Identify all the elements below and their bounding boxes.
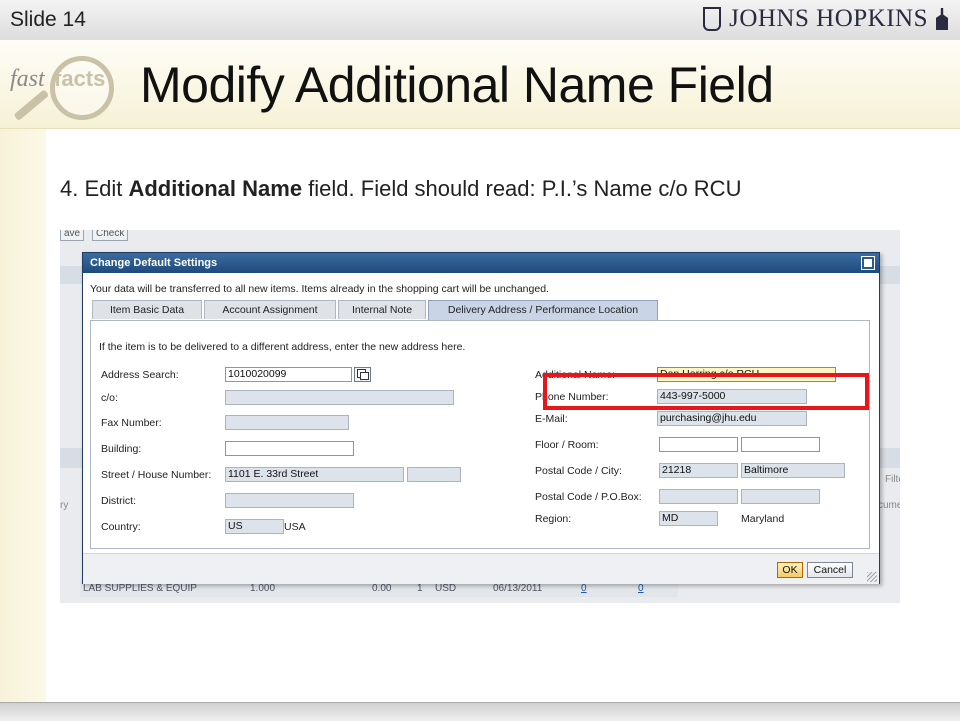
- fast-facts-fast: fast: [10, 66, 45, 92]
- dialog-footer: OK Cancel: [83, 553, 879, 584]
- region-input[interactable]: MD: [659, 511, 718, 526]
- check-button[interactable]: Check: [92, 230, 129, 241]
- ok-button[interactable]: OK: [777, 562, 803, 578]
- tab-delivery-address[interactable]: Delivery Address / Performance Location: [428, 300, 658, 321]
- magnifier-handle: [13, 89, 50, 122]
- highlight-box: [543, 373, 869, 410]
- row-currency: USD: [435, 583, 457, 594]
- address-search-label: Address Search:: [101, 369, 179, 381]
- district-label: District:: [101, 495, 136, 507]
- tab-strip: Item Basic Data Account Assignment Inter…: [90, 300, 870, 321]
- delivery-address-panel: If the item is to be delivered to a diff…: [90, 320, 870, 549]
- app-screenshot: ave Check ry Filte cume LAB SUPPLIES & E…: [60, 230, 900, 603]
- address-search-input[interactable]: 1010020099: [225, 367, 352, 382]
- row-per: 1: [417, 583, 423, 594]
- bg-side-text: cume: [878, 500, 900, 511]
- po-postal-input[interactable]: [659, 489, 738, 504]
- instruction-suffix: field. Field should read: P.I.’s Name c/…: [302, 176, 742, 201]
- district-input[interactable]: [225, 493, 354, 508]
- row-quantity: 1.000: [250, 583, 276, 594]
- slide-number: Slide 14: [10, 8, 86, 31]
- page-title: Modify Additional Name Field: [140, 57, 774, 113]
- row-description: LAB SUPPLIES & EQUIP: [83, 583, 197, 594]
- country-name: USA: [284, 521, 306, 533]
- cancel-button[interactable]: Cancel: [807, 562, 853, 578]
- slide-header-bar: Slide 14 JOHNS HOPKINS: [0, 0, 960, 41]
- fast-facts-facts: facts: [54, 66, 106, 91]
- po-box-label: Postal Code / P.O.Box:: [535, 491, 642, 503]
- change-default-settings-dialog: Change Default Settings Your data will b…: [82, 252, 880, 584]
- maximize-icon[interactable]: [861, 256, 875, 270]
- instruction-text: 4. Edit Additional Name field. Field sho…: [60, 176, 741, 202]
- city-input[interactable]: Baltimore: [741, 463, 845, 478]
- street-label: Street / House Number:: [101, 469, 212, 481]
- fast-facts-logo: fast facts: [6, 52, 114, 124]
- tab-account-assignment[interactable]: Account Assignment: [204, 300, 336, 319]
- slide-left-bar: [0, 40, 46, 708]
- johns-hopkins-logo: JOHNS HOPKINS: [703, 5, 948, 33]
- building-input[interactable]: [225, 441, 354, 456]
- instruction-prefix: 4. Edit: [60, 176, 129, 201]
- panel-intro: If the item is to be delivered to a diff…: [99, 341, 466, 353]
- region-name: Maryland: [741, 513, 785, 525]
- instruction-bold: Additional Name: [128, 176, 303, 201]
- dialog-info: Your data will be transferred to all new…: [90, 283, 549, 295]
- tab-item-basic-data[interactable]: Item Basic Data: [92, 300, 202, 319]
- country-input[interactable]: US: [225, 519, 284, 534]
- logo-text: JOHNS HOPKINS: [729, 5, 928, 32]
- postal-city-label: Postal Code / City:: [535, 465, 622, 477]
- slide-footer-bar: [0, 702, 960, 721]
- save-button[interactable]: ave: [60, 230, 85, 241]
- row-date: 06/13/2011: [493, 583, 543, 594]
- country-label: Country:: [101, 521, 141, 533]
- row-price: 0.00: [372, 583, 392, 594]
- co-input[interactable]: [225, 390, 454, 405]
- room-input[interactable]: [741, 437, 820, 452]
- bg-side-text: Filte: [885, 474, 900, 485]
- co-label: c/o:: [101, 392, 118, 404]
- address-search-icon[interactable]: [354, 367, 371, 382]
- floor-room-label: Floor / Room:: [535, 439, 599, 451]
- fax-input[interactable]: [225, 415, 349, 430]
- shield-icon: [703, 7, 722, 31]
- dialog-title: Change Default Settings: [90, 257, 218, 269]
- postal-code-input[interactable]: 21218: [659, 463, 738, 478]
- row-link[interactable]: 0: [638, 583, 644, 594]
- house-number-input[interactable]: [407, 467, 461, 482]
- dialog-header: Change Default Settings: [83, 253, 879, 273]
- resize-grip-icon[interactable]: [867, 572, 877, 582]
- email-input[interactable]: purchasing@jhu.edu: [657, 411, 807, 426]
- row-link[interactable]: 0: [581, 583, 587, 594]
- tab-internal-note[interactable]: Internal Note: [338, 300, 426, 319]
- tower-icon: [936, 8, 948, 30]
- email-label: E-Mail:: [535, 413, 568, 425]
- street-input[interactable]: 1101 E. 33rd Street: [225, 467, 404, 482]
- bg-side-text: ry: [60, 500, 69, 511]
- po-box-input[interactable]: [741, 489, 820, 504]
- fax-label: Fax Number:: [101, 417, 162, 429]
- floor-input[interactable]: [659, 437, 738, 452]
- region-label: Region:: [535, 513, 572, 525]
- building-label: Building:: [101, 443, 142, 455]
